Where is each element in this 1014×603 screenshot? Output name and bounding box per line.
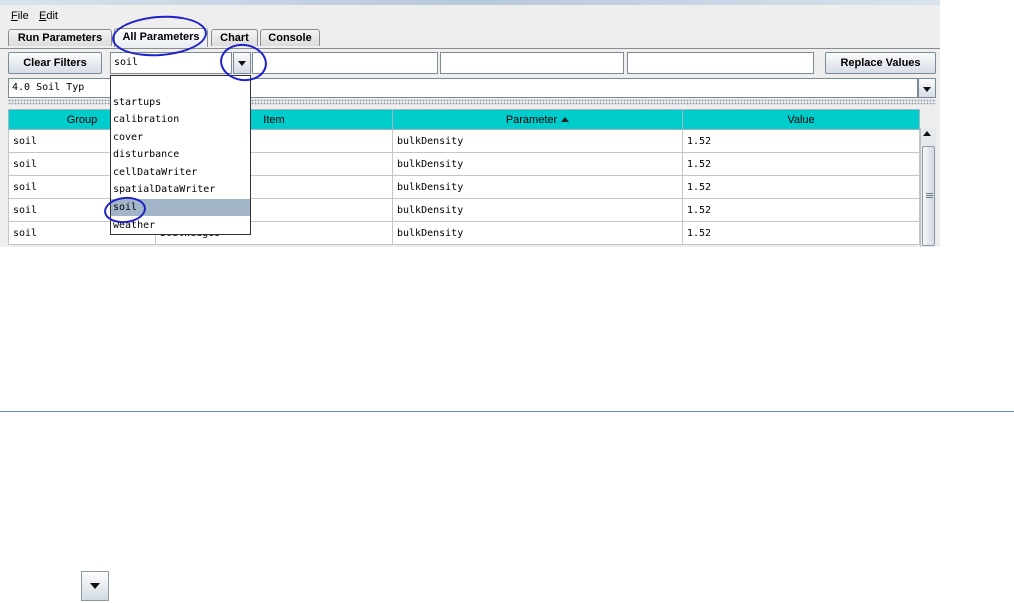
menu-edit-label: dit	[46, 10, 58, 22]
clear-filters-button[interactable]: Clear Filters	[8, 52, 102, 74]
tab-run-parameters[interactable]: Run Parameters	[8, 29, 112, 46]
group-filter-dropdown-list: startups calibration cover disturbance c…	[110, 75, 251, 235]
cell-value[interactable]: 1.52	[682, 198, 920, 222]
dropdown-option-startups[interactable]: startups	[111, 94, 250, 111]
replace-values-button[interactable]: Replace Values	[825, 52, 936, 74]
dropdown-option-soil[interactable]: soil	[111, 199, 250, 216]
tab-all-parameters[interactable]: All Parameters	[114, 28, 208, 47]
chevron-down-icon[interactable]	[918, 78, 936, 98]
cell-parameter[interactable]: bulkDensity	[392, 198, 683, 222]
column-header-value-label: Value	[787, 113, 815, 126]
value-filter-field[interactable]	[627, 52, 814, 74]
dropdown-option-cover[interactable]: cover	[111, 129, 250, 146]
page-divider-line	[0, 411, 1014, 412]
menu-file-label: ile	[17, 10, 29, 22]
column-header-value[interactable]: Value	[682, 109, 920, 130]
cell-value[interactable]: 1.52	[682, 221, 920, 245]
dropdown-option-disturbance[interactable]: disturbance	[111, 146, 250, 163]
item-filter-field[interactable]	[252, 52, 438, 74]
cell-value[interactable]: 1.52	[682, 129, 920, 153]
menu-edit[interactable]: Edit	[39, 10, 58, 22]
dropdown-option-weather[interactable]: weather	[111, 217, 250, 234]
dropdown-option-spatialdatawriter[interactable]: spatialDataWriter	[111, 181, 250, 198]
menu-file[interactable]: File	[11, 10, 29, 22]
table-vertical-scrollbar[interactable]	[920, 128, 936, 247]
chevron-down-icon[interactable]	[233, 52, 251, 74]
scroll-up-icon[interactable]	[923, 131, 931, 136]
application-window: File Edit Run Parameters All Parameters …	[0, 0, 940, 247]
menu-file-mnemonic: F	[11, 10, 18, 22]
tab-console[interactable]: Console	[260, 29, 320, 46]
tab-bar: Run Parameters All Parameters Chart Cons…	[0, 27, 940, 49]
cell-parameter[interactable]: bulkDensity	[392, 129, 683, 153]
tab-chart[interactable]: Chart	[211, 29, 258, 46]
cell-value[interactable]: 1.52	[682, 175, 920, 199]
cell-parameter[interactable]: bulkDensity	[392, 221, 683, 245]
dropdown-option-celldatawriter[interactable]: cellDataWriter	[111, 164, 250, 181]
group-filter-combo[interactable]: soil	[110, 52, 232, 74]
menu-bar: File Edit	[0, 5, 940, 27]
sort-ascending-icon	[561, 116, 570, 122]
cell-value[interactable]: 1.52	[682, 152, 920, 176]
column-header-parameter-label: Parameter	[505, 113, 558, 126]
dropdown-option-calibration[interactable]: calibration	[111, 111, 250, 128]
column-header-item-label: Item	[263, 113, 285, 126]
cell-parameter[interactable]: bulkDensity	[392, 152, 683, 176]
chevron-down-icon	[81, 571, 109, 601]
column-header-parameter[interactable]: Parameter	[392, 109, 683, 130]
column-header-group-label: Group	[66, 113, 98, 126]
parameter-filter-field[interactable]	[440, 52, 624, 74]
cell-parameter[interactable]: bulkDensity	[392, 175, 683, 199]
scrollbar-thumb[interactable]	[922, 146, 935, 246]
grip-icon	[926, 193, 933, 198]
